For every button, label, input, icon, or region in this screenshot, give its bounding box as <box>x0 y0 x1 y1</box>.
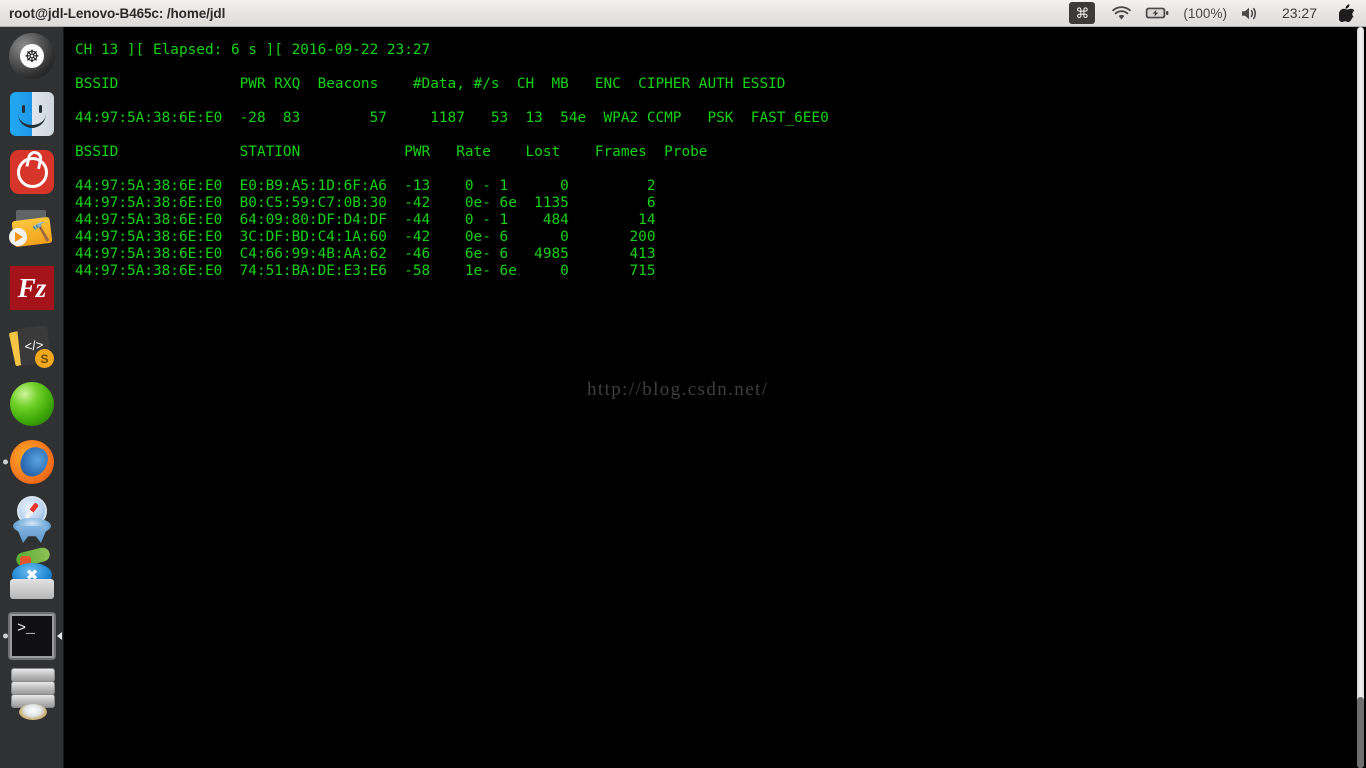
terminal-icon[interactable]: >_ <box>8 612 56 660</box>
sidebar-item-green-orb[interactable] <box>0 375 63 433</box>
keyboard-layout-indicator[interactable]: ⌘ <box>1059 0 1105 27</box>
blue-legs-shape <box>16 526 48 543</box>
netease-note-icon <box>16 156 48 188</box>
finder-smile <box>18 112 46 128</box>
filezilla-icon[interactable]: Fz <box>8 264 56 312</box>
cd-media-icon <box>19 704 47 720</box>
station-table-header: BSSID STATION PWR Rate Lost Frames Probe <box>75 144 708 160</box>
access-point-row: 44:97:5A:38:6E:E0 -28 83 57 1187 53 13 5… <box>75 110 829 126</box>
finder-icon[interactable] <box>8 90 56 138</box>
firefox-logo-icon <box>10 440 54 484</box>
sidebar-item-sublime-text[interactable]: </> S <box>0 317 63 375</box>
terminal-prompt-icon: >_ <box>10 614 54 658</box>
sublime-s-badge: S <box>35 349 54 368</box>
focused-app-arrow <box>57 632 62 640</box>
sublime-text-icon[interactable]: </> S <box>8 322 56 370</box>
terminal-window[interactable]: CH 13 ][ Elapsed: 6 s ][ 2016-09-22 23:2… <box>64 27 1366 768</box>
sidebar-item-filezilla[interactable]: Fz <box>0 259 63 317</box>
battery-percent-text: (100%) <box>1183 5 1227 21</box>
safari-compass-icon <box>8 496 56 544</box>
access-point-table-header: BSSID PWR RXQ Beacons #Data, #/s CH MB E… <box>75 76 786 92</box>
disk-drive-2 <box>11 681 55 695</box>
sidebar-item-netease-music[interactable] <box>0 143 63 201</box>
airodump-status-line: CH 13 ][ Elapsed: 6 s ][ 2016-09-22 23:2… <box>75 42 431 58</box>
folder-hammer-icon: 🔨 <box>9 208 55 252</box>
speaker-icon <box>1241 7 1256 19</box>
filezilla-logo-icon: Fz <box>10 266 54 310</box>
clock-indicator[interactable]: 23:27 <box>1267 0 1332 27</box>
command-key-icon[interactable]: ⌘ <box>1069 2 1096 24</box>
unity-launcher: ☸ 🔨 Fz </> S ✖ >_ <box>0 27 64 768</box>
apple-menu[interactable] <box>1332 0 1361 27</box>
wifi-glyph <box>1112 5 1132 20</box>
netease-music-icon[interactable] <box>8 148 56 196</box>
sidebar-item-project-folder[interactable]: 🔨 <box>0 201 63 259</box>
finder-face-icon <box>10 92 54 136</box>
battery-charging-icon <box>1146 7 1169 19</box>
sidebar-item-terminal[interactable]: >_ <box>0 607 63 665</box>
scrollbar-thumb[interactable] <box>1357 697 1364 768</box>
battery-indicator[interactable] <box>1138 0 1176 27</box>
app-store-icon[interactable]: ✖ <box>8 546 56 603</box>
watermark-text: http://blog.csdn.net/ <box>587 379 769 400</box>
clock-text: 23:27 <box>1281 5 1317 21</box>
scrollbar-track[interactable] <box>1357 27 1364 768</box>
disk-drive-1 <box>11 668 55 682</box>
station-rows: 44:97:5A:38:6E:E0 E0:B9:A5:1D:6F:A6 -13 … <box>75 178 656 279</box>
sidebar-item-firefox[interactable] <box>0 433 63 491</box>
green-orb-icon[interactable] <box>8 380 56 428</box>
safari-icon[interactable] <box>8 496 56 544</box>
apple-logo-icon <box>1339 4 1354 22</box>
firefox-icon[interactable] <box>8 438 56 486</box>
terminal-scrollbar[interactable] <box>1354 27 1366 768</box>
sidebar-item-safari-shapes[interactable] <box>0 491 63 549</box>
project-folder-icon[interactable]: 🔨 <box>8 206 56 254</box>
hammer-icon: 🔨 <box>29 220 55 244</box>
play-badge-icon <box>9 228 27 246</box>
system-tray: ⌘ (100%) 23:27 <box>1059 0 1366 27</box>
disc-tray-shape <box>10 579 54 599</box>
window-titlebar: root@jdl-Lenovo-B465c: /home/jdl ⌘ (100%… <box>0 0 1366 27</box>
window-title: root@jdl-Lenovo-B465c: /home/jdl <box>9 5 226 21</box>
disk-stack-icon <box>8 668 56 720</box>
disk-utility-icon[interactable] <box>8 668 56 720</box>
green-sphere-icon <box>10 382 54 426</box>
sidebar-item-app-store[interactable]: ✖ <box>0 546 63 607</box>
sidebar-item-finder[interactable] <box>0 85 63 143</box>
ubuntu-dash-icon[interactable]: ☸ <box>8 32 56 80</box>
volume-indicator[interactable] <box>1234 0 1267 27</box>
sidebar-item-disk-drives[interactable] <box>0 665 63 723</box>
sublime-pages-icon: </> S <box>8 324 55 368</box>
battery-percent-label: (100%) <box>1176 0 1234 27</box>
netease-logo-icon <box>10 150 54 194</box>
ubuntu-logo-icon: ☸ <box>9 33 55 79</box>
sidebar-item-ubuntu-dash[interactable]: ☸ <box>0 27 63 85</box>
ubuntu-circle-of-friends-icon: ☸ <box>20 44 44 68</box>
wifi-icon[interactable] <box>1105 0 1138 27</box>
app-store-disc-icon: ✖ <box>8 546 56 603</box>
